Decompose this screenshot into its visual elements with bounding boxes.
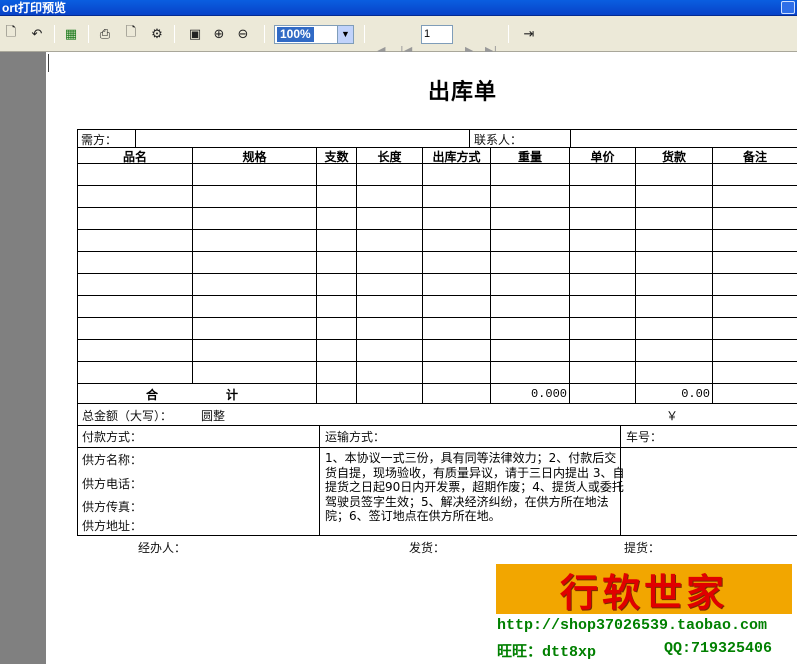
ad-qq: QQ:719325406 (664, 640, 773, 657)
separator (508, 25, 509, 43)
page-setup-icon[interactable]: 🗋 (122, 25, 140, 43)
buyer-label: 需方： (81, 133, 118, 147)
table-line (77, 251, 797, 252)
handler-label: 经办人： (138, 541, 187, 555)
table-line (77, 129, 78, 536)
zoom-select[interactable]: 100% ▼ (274, 25, 354, 44)
ad-banner-text: 行软世家 (559, 569, 728, 615)
table-line (319, 425, 320, 536)
table-line (77, 383, 797, 384)
fit-page-icon[interactable]: ▣ (186, 25, 204, 43)
table-line (192, 147, 193, 384)
supplier-phone-label: 供方电话： (82, 477, 143, 491)
table-line (490, 147, 491, 404)
separator (364, 25, 365, 43)
print-icon[interactable]: ⎙ (96, 25, 114, 43)
chevron-down-icon[interactable]: ▼ (337, 26, 353, 43)
zoom-out-icon[interactable]: ⊖ (234, 25, 252, 43)
agreement-terms: 1、本协议一式三份，具有同等法律效力；2、付款后交货自提，现场验收，有质量异议，… (325, 451, 625, 523)
report-page: 出库单 需方： 联系人： 品名 规格 支数 长度 出库方式 重量 单价 货款 备… (46, 52, 797, 664)
separator (88, 25, 89, 43)
table-line (469, 129, 470, 148)
title-bar: ort打印预览 (0, 0, 797, 16)
print-preview-window: ort打印预览 🗋 ↶ ▦ ⎙ 🗋 ⚙ ▣ ⊕ ⊖ ◀ |◀ ▶ ▶| ⇥ 10… (0, 0, 797, 664)
excel-export-icon[interactable]: ▦ (62, 25, 80, 43)
col-header-price: 单价 (590, 150, 615, 164)
table-line (570, 129, 571, 148)
table-line (635, 147, 636, 404)
undo-icon[interactable]: ↶ (28, 25, 46, 43)
page-title: 出库单 (46, 74, 797, 106)
table-line (77, 207, 797, 208)
table-line (77, 317, 797, 318)
yen-symbol: ￥ (666, 409, 679, 423)
exit-icon[interactable]: ⇥ (520, 25, 538, 43)
zoom-value: 100% (277, 27, 314, 42)
total-amount: 0.00 (681, 387, 710, 401)
total-weight: 0.000 (530, 387, 567, 401)
ad-wangwang: 旺旺：dtt8xp (497, 644, 597, 661)
ad-url: http://shop37026539.taobao.com (497, 617, 768, 634)
col-header-amount: 货款 (661, 150, 686, 164)
supplier-address-label: 供方地址： (82, 519, 143, 533)
separator (174, 25, 175, 43)
page-number-input[interactable]: 1 (421, 25, 453, 44)
table-line (422, 147, 423, 404)
supplier-fax-label: 供方传真： (82, 500, 143, 514)
preview-area[interactable]: 出库单 需方： 联系人： 品名 规格 支数 长度 出库方式 重量 单价 货款 备… (0, 52, 797, 664)
table-line (77, 403, 797, 404)
table-line (135, 129, 136, 148)
separator (54, 25, 55, 43)
zoom-in-icon[interactable]: ⊕ (210, 25, 228, 43)
table-line (316, 147, 317, 404)
col-header-spec: 规格 (242, 150, 267, 164)
table-line (77, 535, 797, 536)
window-title: ort打印预览 (2, 1, 66, 15)
new-page-icon[interactable]: 🗋 (2, 25, 20, 43)
table-line (77, 185, 797, 186)
table-line (77, 361, 797, 362)
page-corner-mark (48, 54, 49, 72)
col-header-weight: 重量 (517, 150, 542, 164)
separator (264, 25, 265, 43)
title-text: 出库单 (427, 79, 497, 105)
pickup-label: 提货： (624, 541, 661, 555)
ship-label: 发货： (409, 541, 446, 555)
table-line (356, 147, 357, 404)
options-icon[interactable]: ⚙ (148, 25, 166, 43)
payment-label: 付款方式： (82, 430, 143, 444)
col-header-name: 品名 (122, 150, 147, 164)
car-no-label: 车号： (626, 430, 663, 444)
toolbar: 🗋 ↶ ▦ ⎙ 🗋 ⚙ ▣ ⊕ ⊖ ◀ |◀ ▶ ▶| ⇥ (0, 17, 797, 57)
col-header-count: 支数 (324, 150, 349, 164)
table-line (77, 295, 797, 296)
table-line (77, 425, 797, 426)
ad-banner: 行软世家 (496, 564, 792, 615)
total-label-1: 合 (146, 388, 159, 402)
amount-words-value: 圆整 (201, 409, 226, 423)
contact-label: 联系人： (474, 133, 523, 147)
table-line (77, 229, 797, 230)
table-line (77, 273, 797, 274)
table-line (77, 129, 797, 130)
table-line (77, 447, 797, 448)
transport-label: 运输方式： (325, 430, 386, 444)
col-header-method: 出库方式 (432, 150, 481, 164)
supplier-name-label: 供方名称： (82, 453, 143, 467)
col-header-remark: 备注 (742, 150, 767, 164)
close-button[interactable] (781, 1, 795, 14)
table-line (712, 147, 713, 404)
total-label-2: 计 (226, 388, 239, 402)
table-line (569, 147, 570, 404)
col-header-length: 长度 (377, 150, 402, 164)
amount-words-label: 总金额（大写）： (82, 409, 173, 423)
table-line (77, 339, 797, 340)
